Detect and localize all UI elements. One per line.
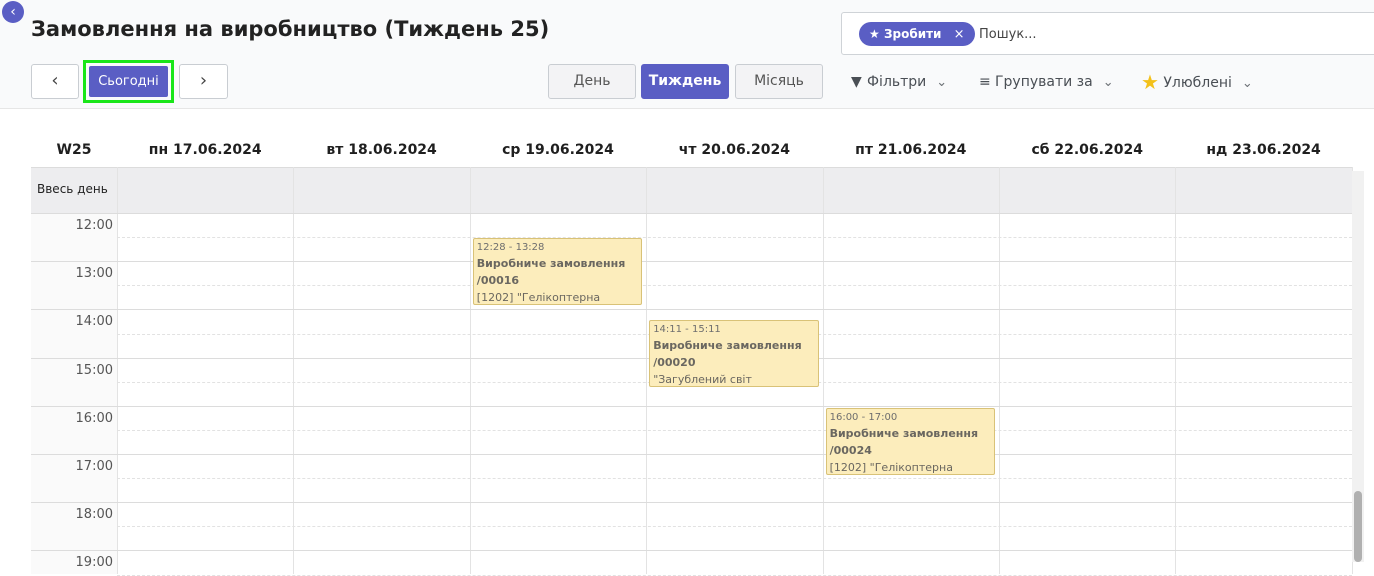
hour-label: 14:00 [75, 314, 113, 330]
page-title: Замовлення на виробництво (Тиждень 25) [31, 17, 550, 41]
filters-dropdown[interactable]: ▼ Фільтри ⌄ [851, 70, 947, 94]
day-header: нд 23.06.2024 [1206, 142, 1321, 158]
search-input[interactable] [979, 21, 1359, 47]
hour-label: 16:00 [75, 410, 113, 426]
today-highlight: Сьогодні [83, 60, 174, 103]
previous-button[interactable]: ‹ [31, 64, 79, 99]
column-divider [293, 167, 295, 574]
calendar-event[interactable]: 16:00 - 17:00 Виробниче замовлення /00024… [825, 407, 995, 475]
all-day-label: Ввесь день [37, 182, 108, 196]
scale-week-button[interactable]: Тиждень [641, 64, 729, 99]
column-divider [822, 167, 824, 574]
chevron-down-icon: ⌄ [936, 75, 948, 90]
day-header: вт 18.06.2024 [326, 142, 437, 158]
group-by-label: Групувати за [995, 74, 1093, 90]
day-header: чт 20.06.2024 [678, 142, 790, 158]
half-hour-line [117, 526, 1352, 528]
hour-line [31, 213, 1352, 214]
search-facet[interactable]: ★ Зробити × [859, 22, 975, 46]
all-day-row[interactable]: Ввесь день [31, 167, 1352, 213]
hour-line [31, 550, 1352, 552]
column-divider [646, 167, 648, 574]
hour-line [31, 405, 1352, 407]
chevron-left-icon: ‹ [51, 70, 59, 91]
hour-label: 17:00 [75, 459, 113, 474]
chevron-right-icon: › [199, 70, 208, 91]
close-icon[interactable]: × [954, 27, 965, 42]
event-title: Виробниче замовлення /00016 [476, 256, 626, 287]
week-calendar: W25 Ввесь день пн 17.06.2024 вт 18.06.202… [31, 134, 1353, 576]
event-detail: "Загублений світ [653, 373, 752, 387]
star-icon: ★ [1141, 70, 1159, 94]
next-button[interactable]: › [179, 64, 228, 99]
event-title: Виробниче замовлення /00020 [653, 339, 802, 370]
day-header: сб 22.06.2024 [1031, 142, 1143, 158]
favorites-dropdown[interactable]: ★ Улюблені ⌄ [1141, 70, 1253, 94]
scale-month-button[interactable]: Місяць [735, 64, 823, 99]
hour-label: 19:00 [75, 555, 113, 571]
hour-label: 12:00 [75, 218, 113, 233]
hour-line [31, 261, 1352, 263]
half-hour-line [117, 478, 1352, 480]
column-divider [117, 167, 118, 574]
column-divider [1175, 167, 1177, 574]
column-divider [999, 167, 1000, 574]
hour-line [31, 309, 1352, 311]
half-hour-line [117, 574, 1352, 576]
event-time: 14:11 - 15:11 [653, 324, 721, 336]
back-chevron-icon[interactable]: ‹ [2, 1, 24, 23]
week-number: W25 [56, 142, 92, 158]
half-hour-line [117, 237, 1352, 239]
star-icon: ★ [869, 27, 880, 41]
event-time: 16:00 - 17:00 [829, 411, 898, 423]
scrollbar-thumb[interactable] [1354, 491, 1362, 562]
day-header: пн 17.06.2024 [148, 142, 262, 158]
hour-label: 13:00 [75, 266, 113, 282]
hour-label: 18:00 [75, 507, 113, 523]
event-detail: [1202] "Гелікоптерна [476, 290, 601, 304]
chevron-down-icon: ⌄ [1102, 75, 1114, 90]
half-hour-line [117, 285, 1352, 287]
list-icon: ≡ [979, 74, 991, 90]
half-hour-line [117, 429, 1352, 431]
facet-label: Зробити [883, 27, 942, 41]
chevron-down-icon: ⌄ [1241, 76, 1253, 91]
event-title: Виробниче замовлення /00024 [829, 426, 979, 457]
control-panel: ‹ Замовлення на виробництво (Тиждень 25)… [0, 0, 1374, 109]
calendar-event[interactable]: 14:11 - 15:11 Виробниче замовлення /00020… [649, 320, 819, 388]
today-button[interactable]: Сьогодні [89, 66, 168, 97]
column-divider [469, 167, 471, 574]
day-header: ср 19.06.2024 [502, 142, 614, 158]
filters-label: Фільтри [867, 74, 927, 90]
event-detail: [1202] "Гелікоптерна [829, 460, 953, 474]
event-time: 12:28 - 13:28 [476, 241, 545, 253]
hour-line [31, 454, 1352, 455]
group-by-dropdown[interactable]: ≡ Групувати за ⌄ [979, 70, 1114, 94]
calendar-event[interactable]: 12:28 - 13:28 Виробниче замовлення /00016… [472, 237, 643, 305]
scale-day-button[interactable]: День [548, 64, 636, 99]
hour-label: 15:00 [75, 362, 113, 378]
favorites-label: Улюблені [1163, 75, 1232, 91]
search-bar: ★ Зробити × [841, 12, 1374, 55]
day-header: пт 21.06.2024 [855, 142, 967, 158]
filter-icon: ▼ [851, 74, 862, 90]
scrollbar[interactable] [1352, 171, 1364, 562]
hour-line [31, 502, 1352, 504]
